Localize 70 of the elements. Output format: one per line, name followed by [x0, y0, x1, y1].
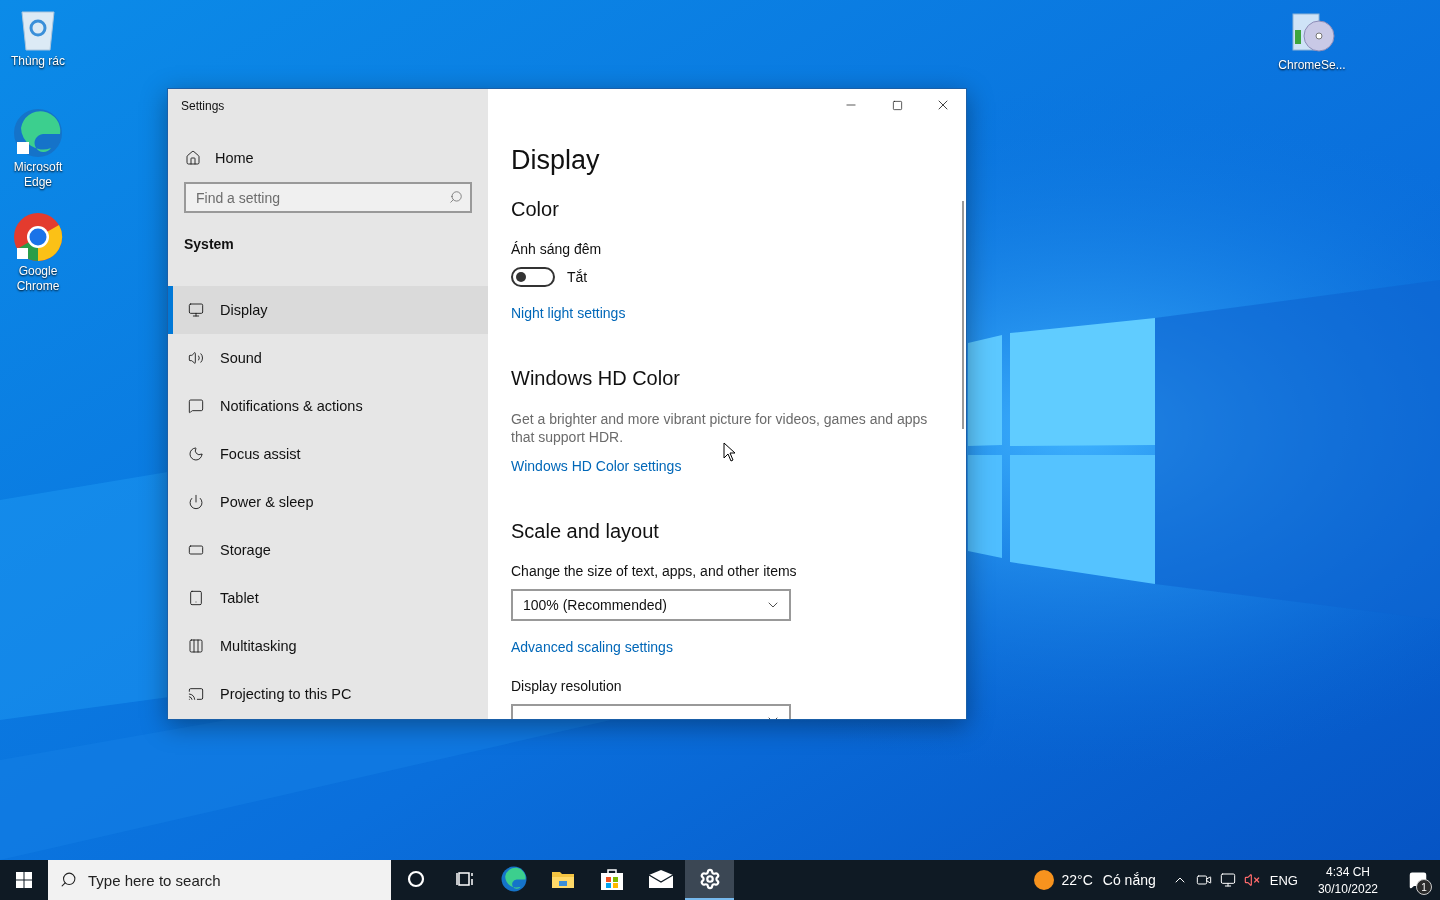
envelope-icon — [647, 869, 674, 889]
scroll-thumb[interactable] — [962, 201, 964, 429]
network-icon — [1219, 872, 1236, 888]
nav-item[interactable]: Storage — [168, 526, 488, 574]
notification-count: 1 — [1416, 879, 1432, 895]
search-icon — [60, 871, 77, 888]
notification-button[interactable]: 1 — [1396, 860, 1440, 900]
setting-label: Change the size of text, apps, and other items — [511, 563, 797, 579]
speech-bubble-icon — [188, 398, 204, 414]
nav-item[interactable]: Multitasking — [168, 622, 488, 670]
tablet-icon — [188, 590, 204, 606]
gear-icon — [698, 868, 721, 890]
weather-condition: Có nắng — [1102, 872, 1156, 888]
description-text: Get a brighter and more vibrant picture for videos, games and apps that support HDR. — [511, 410, 929, 446]
clock-time[interactable]: 4:34 CH — [1325, 864, 1370, 879]
desktop-icon-label[interactable]: ChromeSe... — [1278, 58, 1346, 73]
temperature-text: 22°C — [1061, 872, 1093, 888]
setting-label: Display resolution — [511, 678, 622, 694]
chrome-icon — [13, 212, 63, 262]
taskbar-search-field[interactable]: Type here to search — [48, 860, 391, 900]
edge-icon — [500, 866, 527, 892]
settings-link[interactable]: Night light settings — [511, 305, 626, 321]
speaker-icon — [188, 350, 204, 366]
moon-icon — [188, 446, 204, 462]
camera-icon — [1195, 872, 1212, 888]
section-heading: Windows HD Color — [511, 367, 680, 390]
task-view-icon — [455, 870, 474, 888]
taskbar-app-button[interactable] — [685, 860, 734, 900]
section-heading: Scale and layout — [511, 520, 659, 543]
maximize-icon — [891, 99, 903, 111]
section-label: System — [184, 236, 235, 252]
clock-date[interactable]: 30/10/2022 — [1317, 881, 1378, 896]
columns-icon — [188, 638, 204, 654]
sun-icon — [1033, 870, 1054, 890]
settings-link[interactable]: Advanced scaling settings — [511, 639, 673, 655]
home-link[interactable]: Home — [215, 150, 254, 166]
language-indicator[interactable]: ENG — [1269, 872, 1298, 888]
nav-item[interactable]: Focus assist — [168, 430, 488, 478]
setting-label: Ánh sáng đêm — [511, 241, 602, 257]
windows-logo-icon — [16, 872, 32, 888]
cast-icon — [188, 686, 204, 702]
search-icon — [449, 190, 463, 204]
nav-item[interactable]: Sound — [168, 334, 488, 382]
mouse-pointer-icon — [723, 442, 736, 462]
home-icon — [185, 150, 201, 166]
page-title: Display — [511, 145, 600, 176]
section-heading: Color — [511, 198, 559, 221]
power-icon — [188, 494, 204, 510]
desktop-icon-label[interactable]: Microsoft Edge — [0, 160, 76, 190]
nav-item[interactable]: Power & sleep — [168, 478, 488, 526]
desktop-icon-label[interactable]: Google Chrome — [0, 264, 76, 294]
search-field[interactable]: Find a setting — [184, 182, 472, 213]
toggle-switch[interactable] — [511, 267, 555, 287]
nav-item[interactable]: Notifications & actions — [168, 382, 488, 430]
drive-icon — [188, 542, 204, 558]
muted-speaker-icon — [1243, 872, 1260, 888]
window-title: Settings — [181, 99, 226, 113]
toggle-state: Tắt — [567, 269, 588, 285]
recycle-bin-icon — [18, 8, 58, 52]
dropdown[interactable]: 100% (Recommended) — [511, 589, 791, 621]
circle-icon — [406, 870, 425, 888]
folder-icon — [550, 869, 575, 889]
nav-item[interactable]: Projecting to this PC — [168, 670, 488, 718]
nav-item[interactable]: Tablet — [168, 574, 488, 622]
shopping-bag-icon — [599, 867, 624, 891]
nav-item[interactable]: Display — [168, 286, 488, 334]
desktop-icon-label[interactable]: Thùng rác — [11, 54, 65, 69]
edge-icon — [13, 108, 63, 158]
settings-link[interactable]: Windows HD Color settings — [511, 458, 682, 474]
monitor-icon — [188, 302, 204, 318]
